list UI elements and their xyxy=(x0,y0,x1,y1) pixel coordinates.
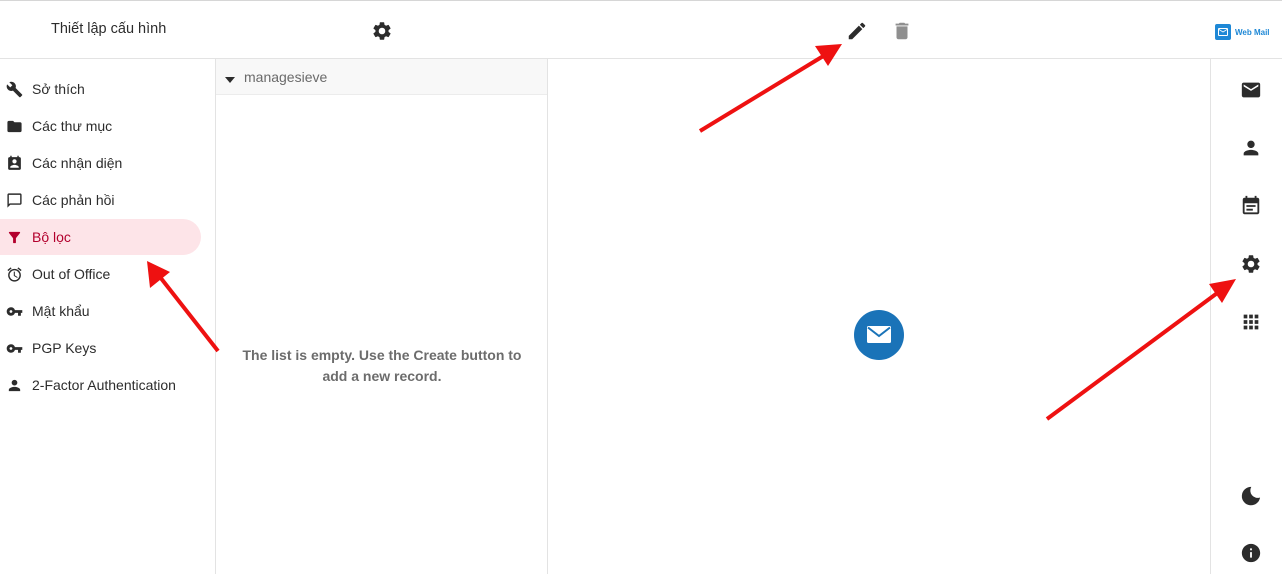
mail-icon[interactable] xyxy=(1240,79,1262,101)
alarm-clock-icon xyxy=(6,266,23,283)
key-icon xyxy=(6,340,23,357)
filter-icon xyxy=(6,229,23,246)
filter-list-panel: managesieve The list is empty. Use the C… xyxy=(216,59,548,574)
contact-card-icon xyxy=(6,155,23,172)
page-title: Thiết lập cấu hình xyxy=(51,21,167,37)
sidebar-item-label: Các thư mục xyxy=(32,118,113,134)
sidebar-item-pgp-keys[interactable]: PGP Keys xyxy=(0,330,201,366)
caret-down-icon xyxy=(225,72,235,83)
sidebar-item-preferences[interactable]: Sở thích xyxy=(0,71,201,107)
sidebar-item-folders[interactable]: Các thư mục xyxy=(0,108,201,144)
settings-sidebar: Sở thích Các thư mục Các nhận diện Các p… xyxy=(0,59,216,574)
wrench-icon xyxy=(6,81,23,98)
sidebar-item-label: PGP Keys xyxy=(32,340,97,356)
person-icon xyxy=(6,377,23,394)
pencil-icon[interactable] xyxy=(846,20,868,42)
sidebar-item-password[interactable]: Mật khẩu xyxy=(0,293,201,329)
webmail-logo[interactable]: Web Mail xyxy=(1215,24,1270,40)
sidebar-item-responses[interactable]: Các phản hồi xyxy=(0,182,201,218)
sidebar-item-label: Các nhận diện xyxy=(32,155,123,171)
right-app-bar xyxy=(1210,59,1282,574)
gear-icon[interactable] xyxy=(1240,253,1262,275)
logo-text: Web Mail xyxy=(1235,27,1270,37)
sidebar-item-label: Các phản hồi xyxy=(32,192,115,208)
person-icon[interactable] xyxy=(1240,137,1262,159)
gear-icon[interactable] xyxy=(371,20,393,42)
sidebar-item-label: 2-Factor Authentication xyxy=(32,377,176,393)
sidebar-item-identities[interactable]: Các nhận diện xyxy=(0,145,201,181)
chat-bubble-icon xyxy=(6,192,23,209)
sidebar-item-filters[interactable]: Bộ lọc xyxy=(0,219,201,255)
folder-icon xyxy=(6,118,23,135)
filterset-group-header[interactable]: managesieve xyxy=(216,59,547,95)
logo-mail-icon xyxy=(1215,24,1231,40)
sidebar-item-2fa[interactable]: 2-Factor Authentication xyxy=(0,367,201,403)
moon-icon[interactable] xyxy=(1240,485,1262,507)
top-bar: Thiết lập cấu hình Web Mail xyxy=(0,0,1282,59)
mail-circle-icon xyxy=(853,309,905,361)
content-area xyxy=(548,59,1210,574)
sidebar-item-label: Sở thích xyxy=(32,81,85,97)
info-icon[interactable] xyxy=(1240,542,1262,564)
sidebar-item-label: Mật khẩu xyxy=(32,303,90,319)
filterset-name: managesieve xyxy=(244,68,328,85)
sidebar-item-out-of-office[interactable]: Out of Office xyxy=(0,256,201,292)
empty-list-message: The list is empty. Use the Create button… xyxy=(242,347,522,384)
sidebar-item-label: Bộ lọc xyxy=(32,229,71,245)
calendar-icon[interactable] xyxy=(1240,195,1262,217)
sidebar-item-label: Out of Office xyxy=(32,266,111,282)
trash-icon[interactable] xyxy=(891,20,913,42)
key-icon xyxy=(6,303,23,320)
apps-grid-icon[interactable] xyxy=(1240,311,1262,333)
